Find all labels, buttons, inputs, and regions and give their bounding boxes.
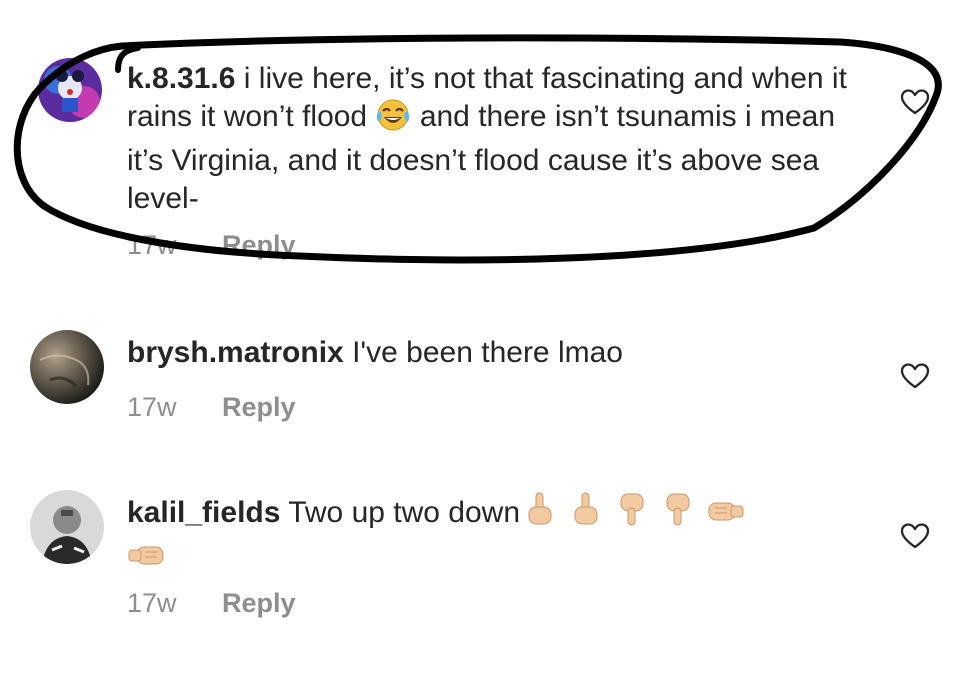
comment-meta: 17w Reply — [127, 392, 296, 423]
comment-text: kalil_fields Two up two down — [127, 490, 857, 582]
comment-username[interactable]: k.8.31.6 — [127, 62, 235, 95]
comment-text-part: Two up two down — [288, 496, 521, 529]
reply-button[interactable]: Reply — [222, 588, 296, 618]
avatar[interactable] — [30, 330, 104, 404]
comment-username[interactable]: brysh.matronix — [127, 336, 344, 369]
avatar[interactable] — [30, 490, 104, 564]
hand-pointing-up-icon — [520, 490, 558, 538]
comment-text: k.8.31.6 i live here, it’s not that fasc… — [127, 60, 857, 218]
comment-timestamp: 17w — [127, 588, 177, 618]
reply-button[interactable]: Reply — [222, 230, 296, 260]
face-with-tears-of-joy-icon — [375, 98, 411, 142]
comment-text-part: I've been there lmao — [352, 336, 623, 369]
comment-timestamp: 17w — [127, 230, 177, 260]
comment-text: brysh.matronix I've been there lmao — [127, 334, 857, 372]
comment-item: kalil_fields Two up two down 17w Reply — [0, 480, 980, 650]
hand-pointing-down-icon — [613, 490, 651, 538]
comment-username[interactable]: kalil_fields — [127, 496, 280, 529]
comment-meta: 17w Reply — [127, 230, 296, 261]
avatar[interactable] — [38, 58, 102, 122]
heart-outline-icon[interactable] — [900, 362, 930, 390]
fist-left-icon — [705, 494, 745, 538]
heart-outline-icon[interactable] — [900, 522, 930, 550]
reply-button[interactable]: Reply — [222, 392, 296, 422]
comment-item: brysh.matronix I've been there lmao 17w … — [0, 320, 980, 430]
hand-pointing-up-icon — [566, 490, 604, 538]
fist-right-icon — [127, 538, 167, 582]
comment-timestamp: 17w — [127, 392, 177, 422]
comment-meta: 17w Reply — [127, 588, 296, 619]
hand-pointing-down-icon — [659, 490, 697, 538]
comment-item: k.8.31.6 i live here, it’s not that fasc… — [0, 0, 980, 270]
heart-outline-icon[interactable] — [900, 88, 930, 116]
